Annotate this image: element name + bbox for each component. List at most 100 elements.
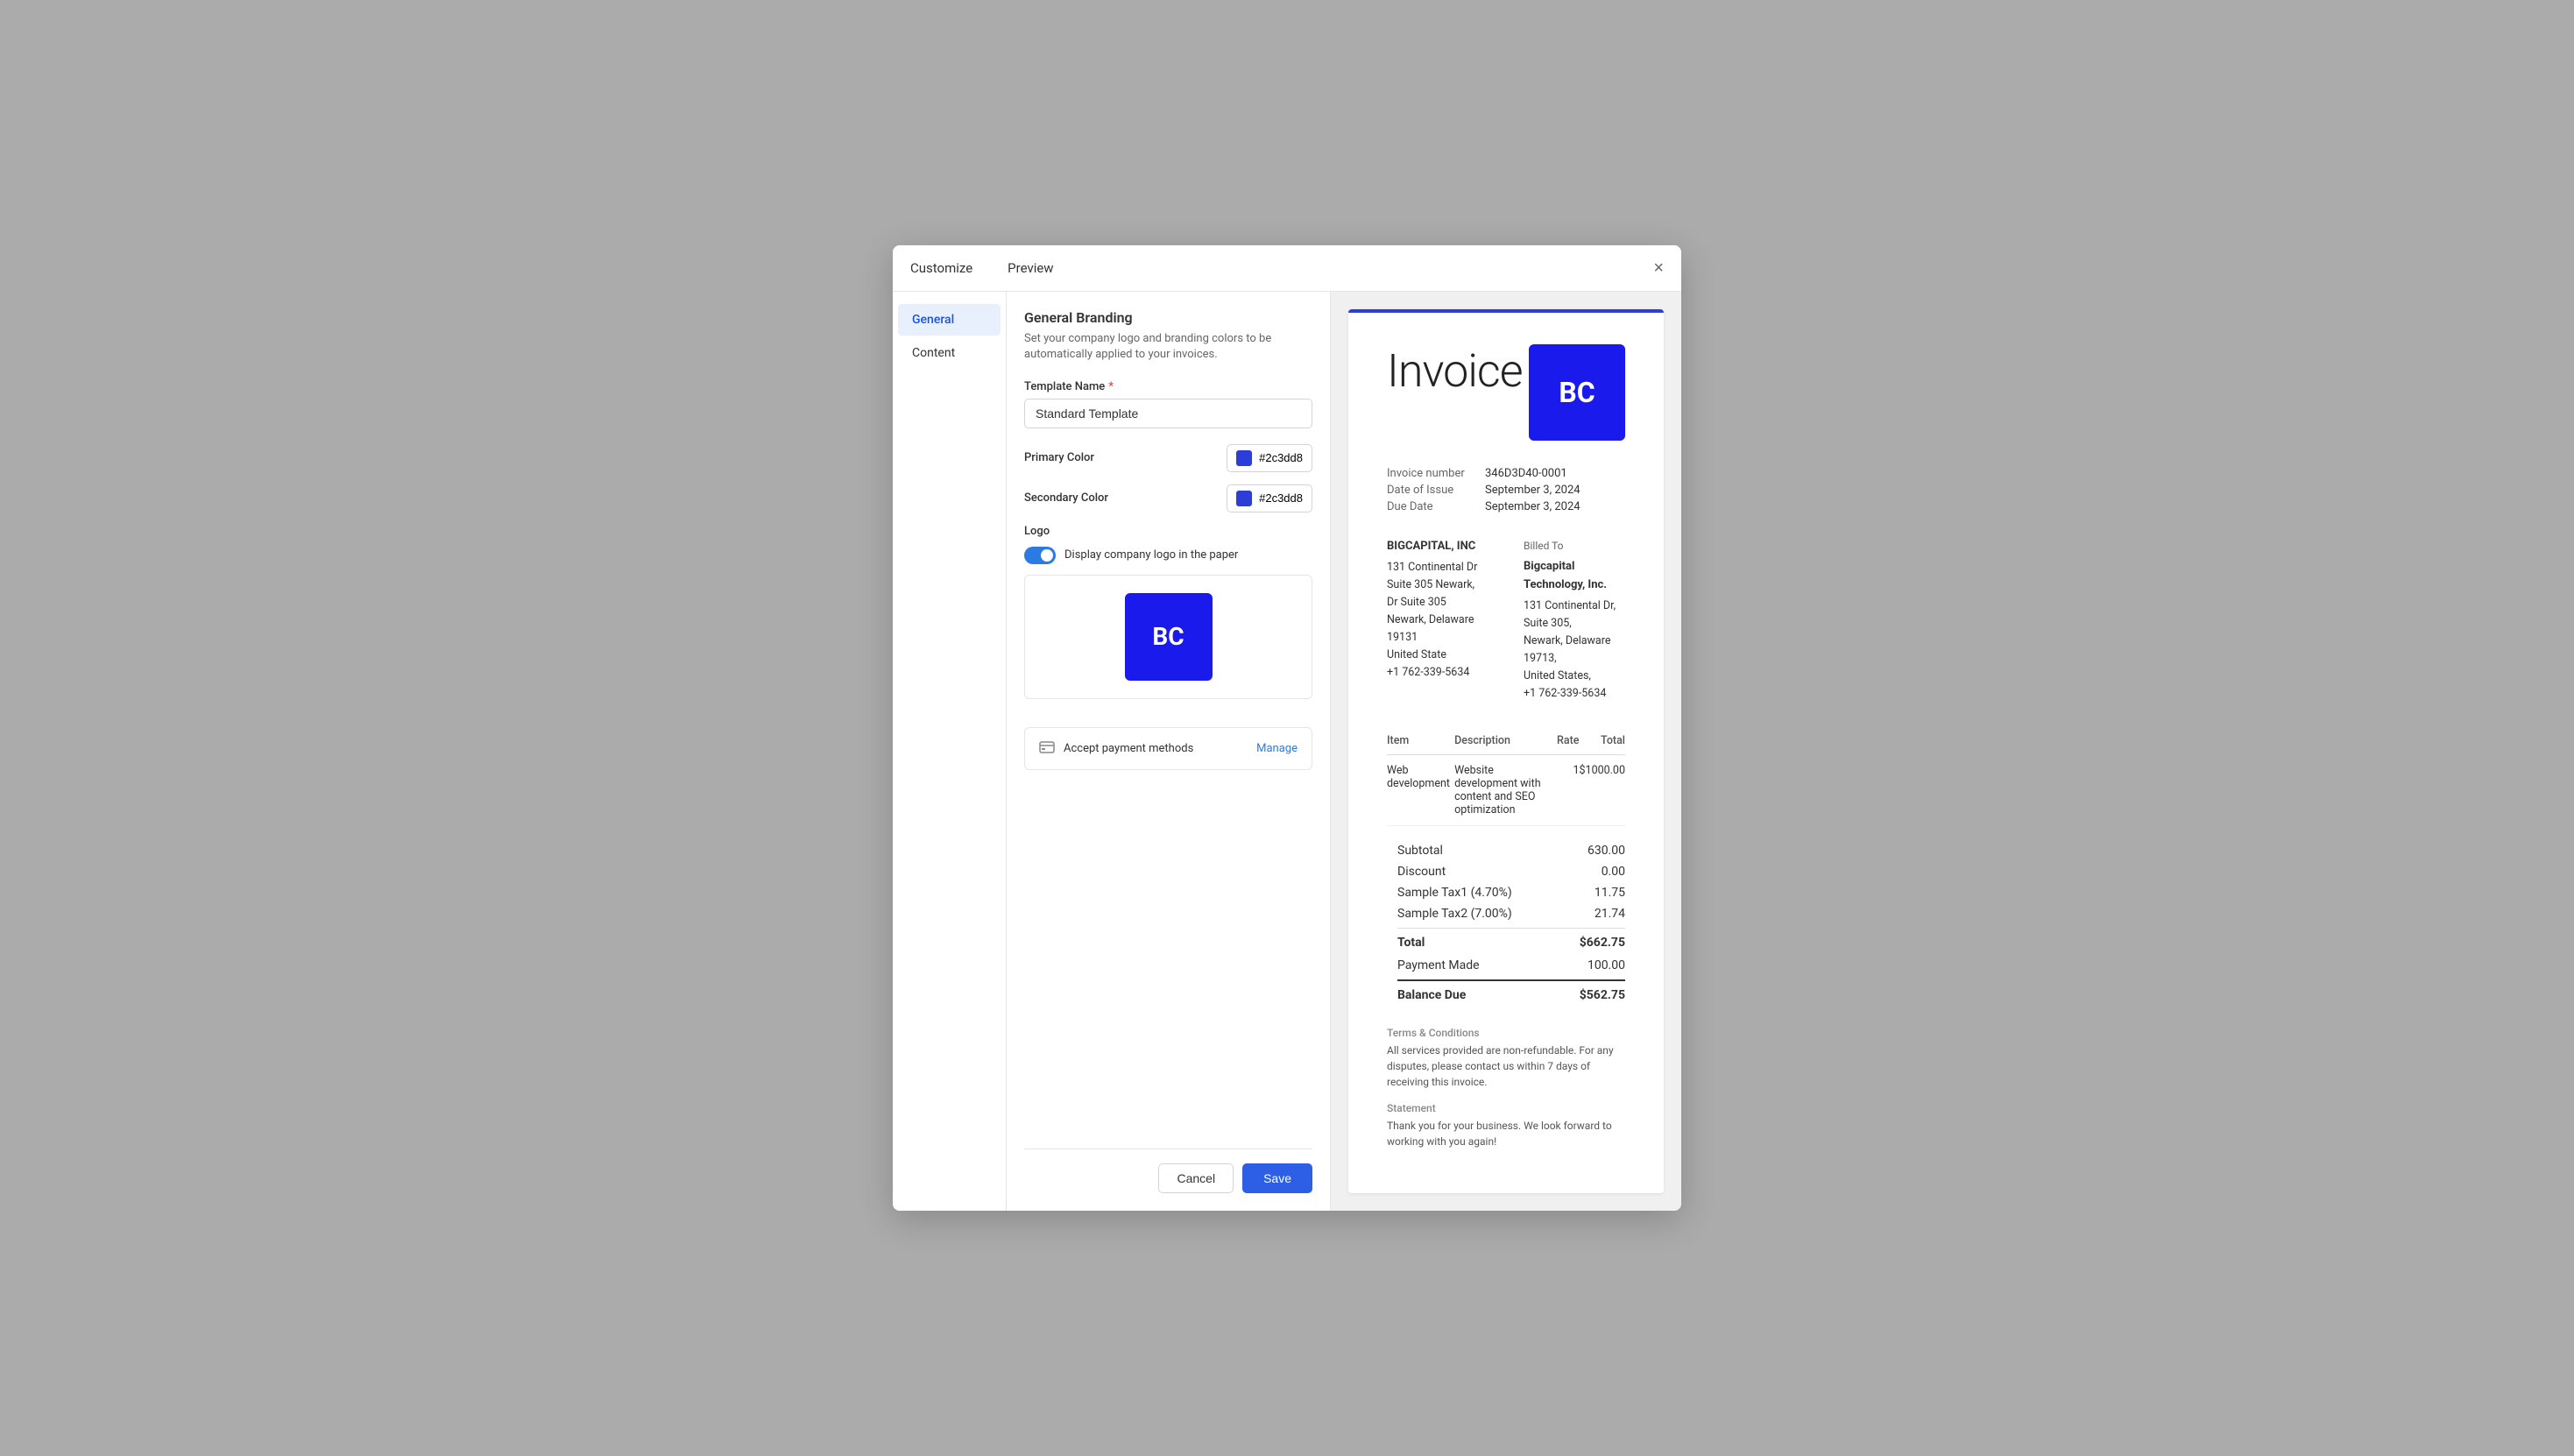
template-name-group: Template Name * — [1024, 380, 1312, 428]
sidebar: General Content — [893, 292, 1007, 1212]
discount-label: Discount — [1397, 865, 1446, 879]
sidebar-item-general[interactable]: General — [898, 304, 1001, 336]
total-label: Total — [1397, 936, 1425, 950]
to-address2: Suite 305, — [1524, 615, 1625, 633]
panel-title: General Branding — [1024, 309, 1312, 326]
logo-section: Logo Display company logo in the paper B… — [1024, 525, 1312, 713]
to-address3: Newark, Delaware 19713, — [1524, 633, 1625, 668]
col-total: Total — [1580, 727, 1626, 755]
template-name-input[interactable] — [1024, 399, 1312, 428]
secondary-color-row: Secondary Color #2c3dd8 — [1024, 484, 1312, 512]
invoice-number-row: Invoice number 346D3D40-0001 — [1387, 467, 1625, 480]
customize-header: Customize — [910, 260, 972, 276]
statement-section: Statement Thank you for your business. W… — [1387, 1102, 1625, 1149]
close-button[interactable]: × — [1653, 259, 1664, 277]
from-address3: Newark, Delaware 19131 — [1387, 611, 1489, 647]
logo-label: Logo — [1024, 525, 1312, 538]
tax1-line: Sample Tax1 (4.70%) 11.75 — [1397, 882, 1625, 903]
from-address1: 131 Continental Dr Suite 305 Newark, — [1387, 559, 1489, 594]
from-country: United State — [1387, 647, 1489, 664]
preview-header: Preview — [1008, 260, 1053, 276]
save-button[interactable]: Save — [1242, 1163, 1312, 1193]
secondary-color-hex: #2c3dd8 — [1259, 491, 1303, 505]
from-phone: +1 762-339-5634 — [1387, 664, 1489, 682]
discount-line: Discount 0.00 — [1397, 861, 1625, 882]
row-item: Web development — [1387, 755, 1454, 826]
invoice-footer: Terms & Conditions All services provided… — [1387, 1027, 1625, 1149]
invoice-title: Invoice — [1387, 344, 1523, 398]
payment-left: Accept payment methods — [1039, 740, 1193, 757]
customize-panel: General Branding Set your company logo a… — [1007, 292, 1331, 1212]
tax2-line: Sample Tax2 (7.00%) 21.74 — [1397, 903, 1625, 924]
row-rate: 1 — [1557, 755, 1579, 826]
discount-value: 0.00 — [1602, 865, 1625, 879]
toggle-label: Display company logo in the paper — [1064, 548, 1238, 562]
manage-link[interactable]: Manage — [1256, 742, 1298, 755]
tax1-value: 11.75 — [1595, 886, 1625, 900]
row-desc: Website development with content and SEO… — [1454, 755, 1557, 826]
to-name: Bigcapital Technology, Inc. — [1524, 558, 1625, 595]
subtotal-label: Subtotal — [1397, 844, 1443, 858]
credit-card-icon — [1039, 740, 1055, 757]
modal-body: General Content General Branding Set you… — [893, 292, 1681, 1212]
subtotal-line: Subtotal 630.00 — [1397, 840, 1625, 861]
invoice-table: Item Description Rate Total Web developm… — [1387, 727, 1625, 826]
header-sections: Customize Preview — [910, 260, 1054, 276]
col-description: Description — [1454, 727, 1557, 755]
invoice-due-row: Due Date September 3, 2024 — [1387, 500, 1625, 513]
logo-preview: BC — [1024, 575, 1312, 699]
payment-text: Accept payment methods — [1064, 742, 1193, 755]
logo-initials: BC — [1125, 593, 1213, 681]
totals-block: Subtotal 630.00 Discount 0.00 Sample Tax… — [1397, 840, 1625, 1006]
panel-actions: Cancel Save — [1024, 1149, 1312, 1193]
invoice-top: Invoice BC — [1387, 344, 1625, 441]
cancel-button[interactable]: Cancel — [1158, 1163, 1234, 1193]
invoice-due-value: September 3, 2024 — [1485, 500, 1580, 513]
totals-section: Subtotal 630.00 Discount 0.00 Sample Tax… — [1387, 840, 1625, 1006]
toggle-slider — [1024, 547, 1056, 564]
subtotal-value: 630.00 — [1588, 844, 1625, 858]
balance-label: Balance Due — [1397, 988, 1466, 1002]
total-line: Total $662.75 — [1397, 928, 1625, 953]
logo-toggle[interactable] — [1024, 547, 1056, 564]
terms-label: Terms & Conditions — [1387, 1027, 1625, 1039]
from-name: BIGCAPITAL, INC — [1387, 538, 1489, 556]
modal: Customize Preview × General Content Gene… — [893, 245, 1681, 1212]
col-rate: Rate — [1557, 727, 1579, 755]
payment-line: Payment Made 100.00 — [1397, 953, 1625, 976]
primary-color-picker[interactable]: #2c3dd8 — [1227, 444, 1312, 472]
primary-color-swatch — [1236, 450, 1252, 466]
invoice-date-row: Date of Issue September 3, 2024 — [1387, 484, 1625, 497]
billed-to-header: Billed To — [1524, 538, 1625, 555]
secondary-color-swatch — [1236, 491, 1252, 506]
secondary-color-picker[interactable]: #2c3dd8 — [1227, 484, 1312, 512]
invoice-date-label: Date of Issue — [1387, 484, 1474, 497]
payment-made-value: 100.00 — [1588, 958, 1625, 972]
invoice-due-label: Due Date — [1387, 500, 1474, 513]
table-row: Web development Website development with… — [1387, 755, 1625, 826]
preview-inner: Invoice BC Invoice number 346D3D40-0001 … — [1331, 292, 1681, 1212]
tax2-label: Sample Tax2 (7.00%) — [1397, 907, 1512, 921]
required-indicator: * — [1108, 380, 1114, 393]
terms-text: All services provided are non-refundable… — [1387, 1043, 1625, 1090]
secondary-color-label: Secondary Color — [1024, 491, 1108, 505]
tax1-label: Sample Tax1 (4.70%) — [1397, 886, 1512, 900]
sidebar-item-content[interactable]: Content — [898, 337, 1001, 369]
statement-label: Statement — [1387, 1102, 1625, 1114]
to-party: Billed To Bigcapital Technology, Inc. 13… — [1524, 538, 1625, 703]
primary-color-hex: #2c3dd8 — [1259, 451, 1303, 464]
primary-color-label: Primary Color — [1024, 451, 1094, 464]
modal-overlay: Customize Preview × General Content Gene… — [0, 0, 2574, 1456]
panel-description: Set your company logo and branding color… — [1024, 331, 1312, 363]
to-address1: 131 Continental Dr, — [1524, 597, 1625, 615]
tax2-value: 21.74 — [1595, 907, 1625, 921]
terms-section: Terms & Conditions All services provided… — [1387, 1027, 1625, 1090]
from-party: BIGCAPITAL, INC 131 Continental Dr Suite… — [1387, 538, 1489, 703]
payment-section: Accept payment methods Manage — [1024, 727, 1312, 770]
invoice-logo: BC — [1529, 344, 1625, 441]
invoice-parties: BIGCAPITAL, INC 131 Continental Dr Suite… — [1387, 538, 1625, 703]
col-item: Item — [1387, 727, 1454, 755]
to-phone: +1 762-339-5634 — [1524, 685, 1625, 703]
preview-panel: Invoice BC Invoice number 346D3D40-0001 … — [1331, 292, 1681, 1212]
invoice-card: Invoice BC Invoice number 346D3D40-0001 … — [1348, 309, 1664, 1194]
